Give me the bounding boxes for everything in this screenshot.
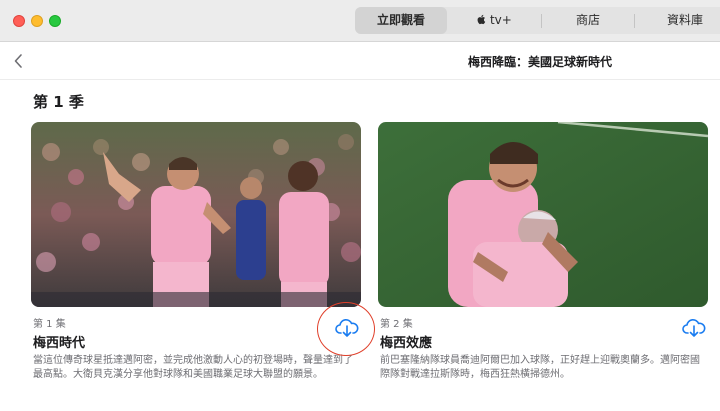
window-titlebar: 立即觀看 tv+ 商店 資料庫 (0, 0, 720, 42)
episode-number: 第 2 集 (380, 319, 413, 330)
episode-card[interactable]: 第 1 集 梅西時代 當這位傳奇球星抵達邁阿密，並完成他激動人心的初登場時，聲量… (31, 122, 361, 380)
season-heading: 第 1 季 (33, 93, 84, 111)
zoom-window-button[interactable] (49, 15, 61, 27)
episode-description: 當這位傳奇球星抵達邁阿密，並完成他激動人心的初登場時，聲量達到了最高點。大衛貝克… (33, 355, 353, 380)
tab-label: 資料庫 (666, 13, 703, 27)
tab-label: 商店 (575, 13, 600, 27)
episode-title: 梅西時代 (33, 336, 86, 351)
episode-thumbnail[interactable] (31, 122, 361, 307)
tab-library[interactable]: 資料庫 (635, 7, 720, 34)
tab-label: 立即觀看 (376, 13, 425, 27)
episode-2-image (378, 122, 708, 307)
episode-card[interactable]: 第 2 集 梅西效應 前巴塞隆納隊球員喬迪阿爾巴加入球隊，正好趕上迎戰奧蘭多。邁… (378, 122, 708, 380)
page-title: 梅西降臨：美國足球新時代 (467, 55, 612, 69)
episode-number: 第 1 集 (33, 319, 66, 330)
episode-description: 前巴塞隆納隊球員喬迪阿爾巴加入球隊，正好趕上迎戰奧蘭多。邁阿密國際隊對戰達拉斯隊… (380, 355, 700, 380)
tab-apple-tv-plus[interactable]: tv+ (447, 7, 541, 34)
back-chevron-icon[interactable] (12, 53, 26, 69)
highlight-ring (317, 302, 375, 356)
close-window-button[interactable] (13, 15, 25, 27)
episode-thumbnail[interactable] (378, 122, 708, 307)
apple-logo-icon (477, 14, 486, 25)
tab-watch-now[interactable]: 立即觀看 (355, 7, 447, 34)
minimize-window-button[interactable] (31, 15, 43, 27)
episode-1-image (31, 122, 361, 307)
navigation-bar: 梅西降臨：美國足球新時代 (0, 42, 720, 80)
cloud-download-icon[interactable] (682, 318, 706, 338)
episode-title: 梅西效應 (380, 336, 433, 351)
main-tab-bar: 立即觀看 tv+ 商店 資料庫 (355, 7, 720, 34)
tab-label: tv+ (489, 13, 512, 27)
tab-store[interactable]: 商店 (542, 7, 634, 34)
